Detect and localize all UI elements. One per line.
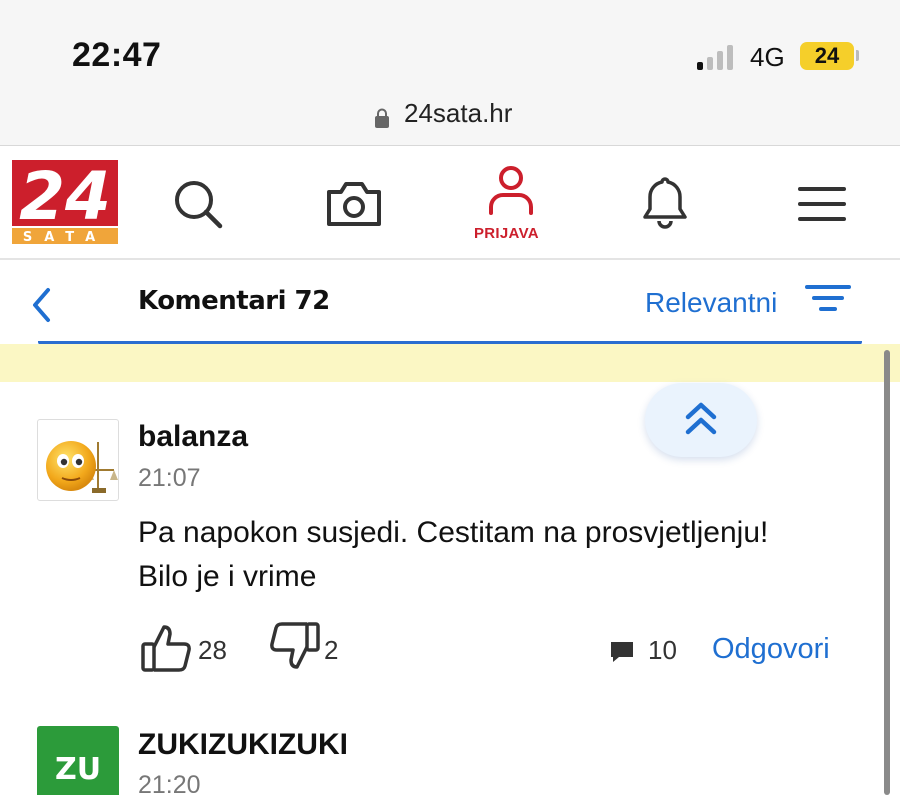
bell-icon[interactable] — [640, 175, 690, 231]
comment-time: 21:20 — [138, 771, 201, 795]
battery-icon: 24 — [800, 42, 854, 70]
signal-icon — [697, 44, 739, 70]
site-header: 24 SATA PRIJAVA — [0, 147, 900, 260]
avatar[interactable] — [37, 419, 119, 501]
search-icon[interactable] — [172, 178, 224, 230]
status-bar: 22:47 4G 24 — [0, 0, 900, 90]
camera-icon[interactable] — [325, 180, 383, 228]
comment-username[interactable]: balanza — [138, 420, 248, 454]
address-bar[interactable]: 24sata.hr — [0, 90, 900, 146]
user-icon[interactable] — [488, 165, 534, 217]
comment-time: 21:07 — [138, 464, 201, 492]
dislike-count: 2 — [324, 635, 339, 665]
scroll-to-top-button[interactable] — [645, 383, 757, 457]
highlight-banner — [0, 344, 900, 382]
comment-username[interactable]: ZUKIZUKIZUKI — [138, 728, 348, 762]
scrollbar[interactable] — [884, 350, 890, 795]
network-type: 4G — [750, 42, 785, 72]
reply-count: 10 — [648, 635, 677, 665]
comments-title: Komentari 72 — [138, 286, 330, 316]
sort-dropdown[interactable]: Relevantni — [645, 287, 777, 319]
sort-filter-icon[interactable] — [805, 284, 851, 314]
thumbs-up-icon[interactable] — [140, 620, 194, 674]
comment-text: Pa napokon susjedi. Cestitam na prosvjet… — [138, 511, 868, 599]
comment-bubble-icon[interactable] — [609, 640, 635, 664]
svg-text:24: 24 — [19, 160, 111, 235]
battery-tip — [856, 50, 859, 61]
url-text[interactable]: 24sata.hr — [404, 98, 512, 129]
comment-text-line: Bilo je i vrime — [138, 560, 317, 593]
comment-text-line: Pa napokon susjedi. Cestitam na prosvjet… — [138, 516, 769, 549]
clock: 22:47 — [72, 36, 162, 74]
emoji-avatar-icon — [46, 441, 118, 493]
site-logo[interactable]: 24 SATA — [12, 160, 118, 244]
svg-text:SATA: SATA — [23, 230, 107, 244]
comments-toolbar: Komentari 72 Relevantni — [0, 262, 900, 344]
thumbs-down-icon[interactable] — [267, 620, 321, 676]
menu-icon[interactable] — [798, 185, 846, 223]
lock-icon — [375, 108, 389, 128]
login-label[interactable]: PRIJAVA — [474, 225, 539, 242]
double-chevron-up-icon — [685, 402, 717, 435]
reply-button[interactable]: Odgovori — [712, 633, 830, 666]
back-chevron-icon[interactable] — [30, 286, 54, 324]
like-count: 28 — [198, 635, 227, 665]
avatar[interactable]: ZU — [37, 726, 119, 795]
